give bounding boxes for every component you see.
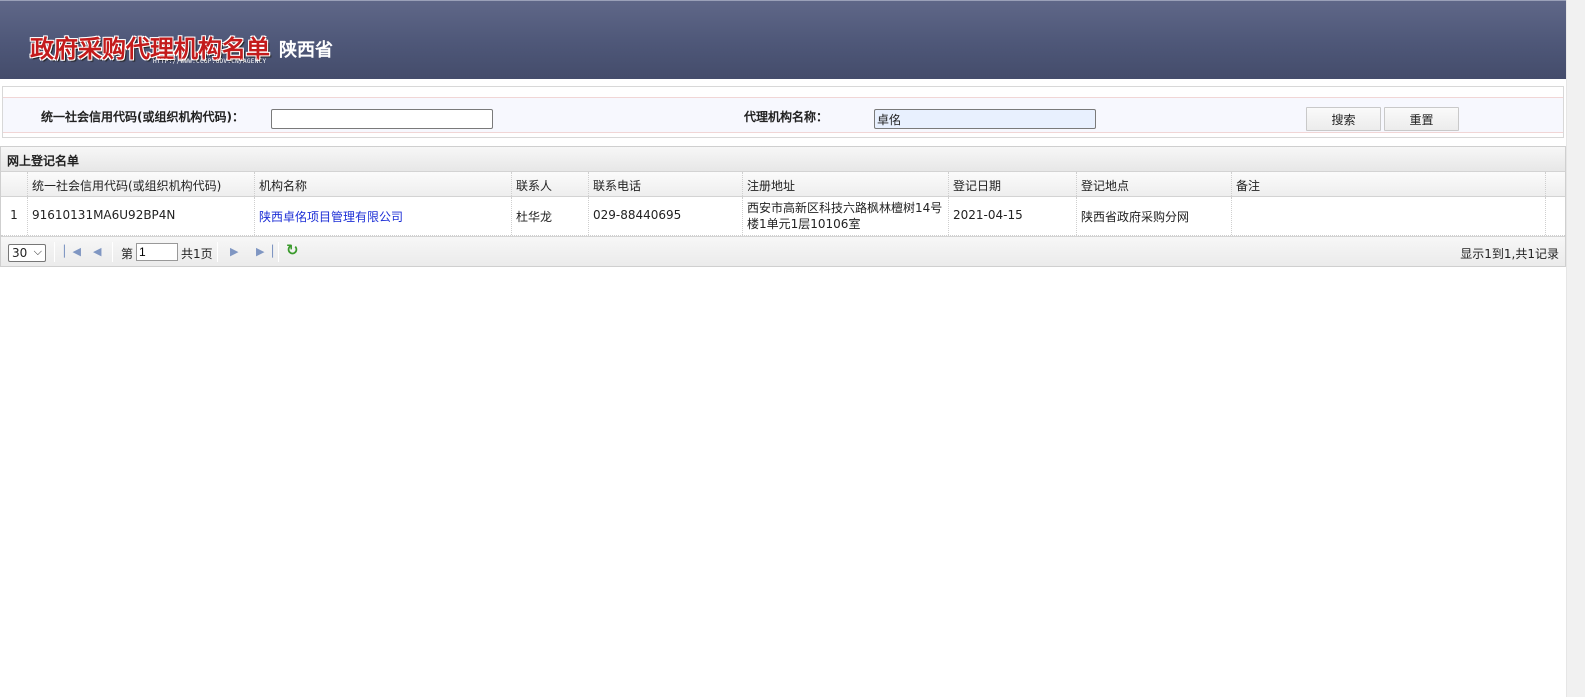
agency-name-link[interactable]: 陕西卓佲项目管理有限公司 bbox=[259, 210, 403, 224]
pager-separator bbox=[217, 242, 218, 262]
header-code[interactable]: 统一社会信用代码(或组织机构代码) bbox=[28, 172, 255, 196]
header-banner: 政府采购代理机构名单 HTTP://WWW.CCGP.GOV.CN/AGENCY… bbox=[0, 0, 1566, 79]
page-size-select[interactable]: 30 ⌵ bbox=[8, 244, 46, 262]
last-page-icon[interactable]: ▶▕ bbox=[256, 245, 273, 258]
page-number-input[interactable] bbox=[136, 243, 178, 261]
header-date[interactable]: 登记日期 bbox=[949, 172, 1077, 196]
cell-phone: 029-88440695 bbox=[589, 197, 743, 235]
first-page-icon[interactable]: ▏◀ bbox=[64, 245, 81, 258]
prev-page-icon[interactable]: ◀ bbox=[93, 245, 101, 258]
refresh-icon[interactable]: ↻ bbox=[286, 241, 299, 259]
name-label: 代理机构名称： bbox=[744, 110, 829, 124]
header-place[interactable]: 登记地点 bbox=[1077, 172, 1232, 196]
grid-header-row: 统一社会信用代码(或组织机构代码) 机构名称 联系人 联系电话 注册地址 登记日… bbox=[1, 172, 1565, 197]
code-label: 统一社会信用代码(或组织机构代码)： bbox=[41, 110, 244, 124]
province-label: 陕西省 bbox=[279, 40, 333, 61]
header-address[interactable]: 注册地址 bbox=[743, 172, 949, 196]
row-number: 1 bbox=[1, 197, 28, 235]
results-grid: 网上登记名单 统一社会信用代码(或组织机构代码) 机构名称 联系人 联系电话 注… bbox=[0, 146, 1566, 267]
code-input[interactable] bbox=[271, 109, 493, 129]
header-remark[interactable]: 备注 bbox=[1232, 172, 1546, 196]
page-prefix: 第 bbox=[121, 247, 134, 261]
reset-button[interactable]: 重置 bbox=[1384, 107, 1459, 131]
pager-separator bbox=[54, 242, 55, 262]
search-button[interactable]: 搜索 bbox=[1306, 107, 1381, 131]
cell-name: 陕西卓佲项目管理有限公司 bbox=[255, 197, 512, 235]
header-phone[interactable]: 联系电话 bbox=[589, 172, 743, 196]
next-page-icon[interactable]: ▶ bbox=[230, 245, 238, 258]
page-total: 共1页 bbox=[181, 247, 213, 261]
pager-separator bbox=[112, 242, 113, 262]
cell-remark bbox=[1232, 197, 1546, 235]
cell-code: 91610131MA6U92BP4N bbox=[28, 197, 255, 235]
search-panel: 统一社会信用代码(或组织机构代码)： 代理机构名称： 搜索 重置 bbox=[2, 86, 1564, 138]
site-url: HTTP://WWW.CCGP.GOV.CN/AGENCY bbox=[153, 58, 267, 65]
page-scrollbar[interactable] bbox=[1566, 0, 1585, 697]
cell-place: 陕西省政府采购分网 bbox=[1077, 197, 1232, 235]
record-info: 显示1到1,共1记录 bbox=[1460, 247, 1559, 261]
cell-contact: 杜华龙 bbox=[512, 197, 589, 235]
header-name[interactable]: 机构名称 bbox=[255, 172, 512, 196]
pager-separator bbox=[278, 242, 279, 262]
pagination-bar: 30 ⌵ ▏◀ ◀ 第 共1页 ▶ ▶▕ ↻ 显示1到1,共1记录 bbox=[1, 236, 1565, 266]
name-input[interactable] bbox=[874, 109, 1096, 129]
page-size-value: 30 bbox=[12, 246, 28, 260]
cell-date: 2021-04-15 bbox=[949, 197, 1077, 235]
header-rownum bbox=[1, 172, 28, 196]
header-contact[interactable]: 联系人 bbox=[512, 172, 589, 196]
table-row[interactable]: 1 91610131MA6U92BP4N 陕西卓佲项目管理有限公司 杜华龙 02… bbox=[1, 197, 1565, 236]
cell-address: 西安市高新区科技六路枫林檀树14号楼1单元1层10106室 bbox=[743, 197, 949, 235]
grid-title: 网上登记名单 bbox=[1, 147, 1565, 172]
chevron-down-icon: ⌵ bbox=[33, 245, 42, 258]
